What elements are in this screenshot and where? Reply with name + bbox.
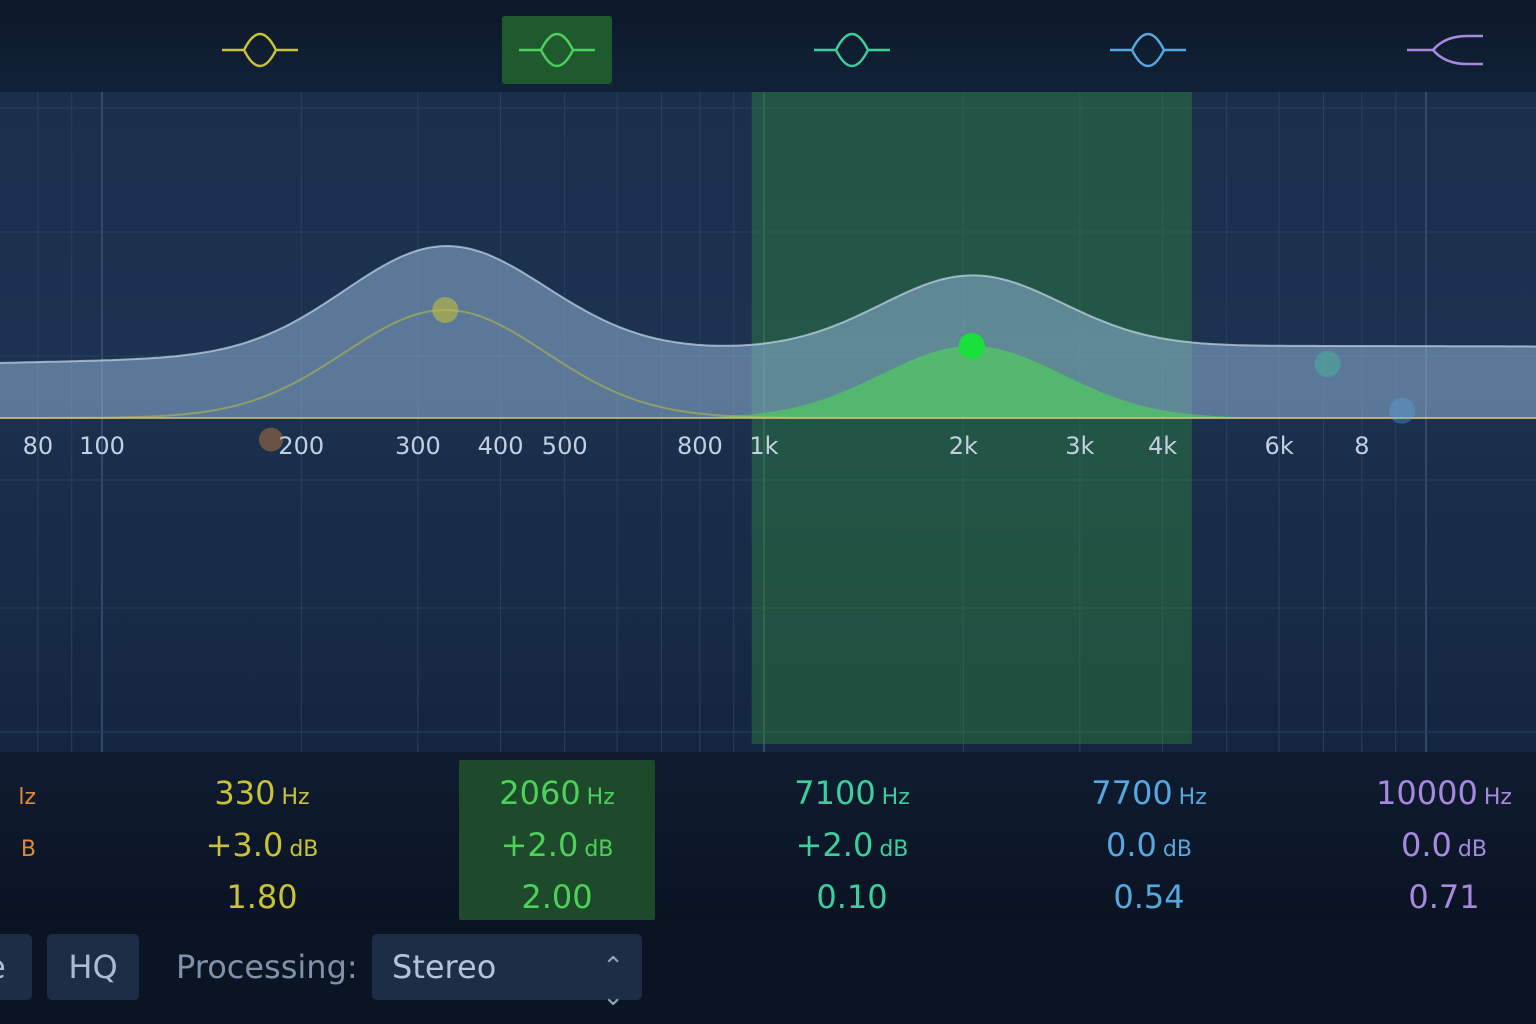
band-3-q-field[interactable]: 2.00 bbox=[459, 878, 655, 916]
band-5-freq-unit: Hz bbox=[1178, 785, 1207, 810]
band-5-q-field[interactable]: 0.54 bbox=[1051, 878, 1247, 916]
band-1-freq[interactable]: lz bbox=[0, 774, 36, 812]
peak-filter-icon bbox=[519, 32, 595, 68]
freq-tick-label: 300 bbox=[395, 432, 441, 460]
hq-button-label: HQ bbox=[68, 948, 118, 986]
partial-button[interactable]: e bbox=[0, 934, 32, 1000]
band-6-column: 10000 Hz 0.0 dB 0.71 bbox=[1346, 760, 1536, 920]
processing-label: Processing: bbox=[176, 948, 358, 986]
band-4-column: 7100 Hz +2.0 dB 0.10 bbox=[754, 760, 950, 920]
band-2-column: 330 Hz +3.0 dB 1.80 bbox=[164, 760, 360, 920]
freq-tick-label: 500 bbox=[542, 432, 588, 460]
band-6-toggle-button[interactable] bbox=[1390, 16, 1500, 84]
band-6-freq-value: 10000 bbox=[1376, 774, 1478, 812]
band-1-freq-unit-partial: lz bbox=[18, 785, 36, 810]
freq-tick-label: 200 bbox=[278, 432, 324, 460]
processing-select[interactable]: Stereo ⌃ ⌄ bbox=[372, 934, 642, 1012]
freq-tick-label: 4k bbox=[1148, 432, 1177, 460]
band-4-q-value: 0.10 bbox=[816, 878, 888, 916]
band-3-q-value: 2.00 bbox=[521, 878, 593, 916]
freq-tick-label: 800 bbox=[677, 432, 723, 460]
band-4-freq-unit: Hz bbox=[881, 785, 910, 810]
band-2-q-field[interactable]: 1.80 bbox=[164, 878, 360, 916]
band-3-handle[interactable] bbox=[958, 333, 985, 359]
band-6-gain-unit: dB bbox=[1457, 837, 1487, 862]
eq-graph[interactable]: 80 100 200 300 400 500 800 1k 2k 3k 4k 6k 8 bbox=[0, 92, 1536, 752]
freq-tick-label: 6k bbox=[1265, 432, 1294, 460]
band-3-freq-value: 2060 bbox=[499, 774, 581, 812]
peak-filter-icon bbox=[814, 32, 890, 68]
band-6-q-value: 0.71 bbox=[1408, 878, 1480, 916]
band-2-handle[interactable] bbox=[432, 297, 459, 323]
freq-tick-label: 400 bbox=[478, 432, 524, 460]
band-5-gain-unit: dB bbox=[1162, 837, 1192, 862]
band-1-gain[interactable]: B bbox=[0, 826, 36, 864]
band-3-gain-field[interactable]: +2.0 dB bbox=[459, 826, 655, 864]
processing-value: Stereo bbox=[392, 948, 497, 986]
partial-button-label: e bbox=[0, 948, 6, 986]
band-5-freq-field[interactable]: 7700 Hz bbox=[1051, 774, 1247, 812]
band-4-q-field[interactable]: 0.10 bbox=[754, 878, 950, 916]
band-3-freq-field[interactable]: 2060 Hz bbox=[459, 774, 655, 812]
band-1-column: lz B bbox=[0, 760, 36, 920]
band-2-toggle-button[interactable] bbox=[205, 16, 315, 84]
band-3-column: 2060 Hz +2.0 dB 2.00 bbox=[459, 760, 655, 920]
high-shelf-icon bbox=[1407, 34, 1483, 66]
band-selector-bar bbox=[0, 0, 1536, 92]
up-down-chevron-icon: ⌃ ⌄ bbox=[602, 952, 624, 1012]
peak-filter-icon bbox=[222, 32, 298, 68]
band-4-gain-field[interactable]: +2.0 dB bbox=[754, 826, 950, 864]
band-1-gain-unit-partial: B bbox=[20, 837, 36, 862]
band-5-column: 7700 Hz 0.0 dB 0.54 bbox=[1051, 760, 1247, 920]
band-6-q-field[interactable]: 0.71 bbox=[1346, 878, 1536, 916]
band-4-toggle-button[interactable] bbox=[797, 16, 907, 84]
freq-tick-label: 100 bbox=[79, 432, 125, 460]
band-1-handle[interactable] bbox=[258, 427, 283, 452]
band-6-gain-field[interactable]: 0.0 dB bbox=[1346, 826, 1536, 864]
band-5-toggle-button[interactable] bbox=[1093, 16, 1203, 84]
freq-tick-label: 2k bbox=[949, 432, 978, 460]
bottom-toolbar: e HQ Processing: Stereo ⌃⌄ bbox=[0, 922, 1536, 1024]
band-5-handle[interactable] bbox=[1389, 397, 1416, 424]
freq-tick-label: 8 bbox=[1354, 432, 1369, 460]
band-4-freq-value: 7100 bbox=[794, 774, 876, 812]
band-4-gain-unit: dB bbox=[879, 837, 909, 862]
band-2-freq-value: 330 bbox=[214, 774, 276, 812]
freq-tick-label: 80 bbox=[23, 432, 54, 460]
freq-tick-label: 1k bbox=[749, 432, 778, 460]
band-5-gain-field[interactable]: 0.0 dB bbox=[1051, 826, 1247, 864]
band-3-freq-unit: Hz bbox=[586, 785, 615, 810]
band-4-freq-field[interactable]: 7100 Hz bbox=[754, 774, 950, 812]
eq-graph-canvas[interactable]: 80 100 200 300 400 500 800 1k 2k 3k 4k 6k 8 bbox=[0, 92, 1536, 752]
band-4-gain-value: +2.0 bbox=[795, 826, 874, 864]
band-parameters: lz B 330 Hz +3.0 dB 1.80 2060 Hz +2.0 dB 2.00 7100… bbox=[0, 752, 1536, 922]
band-4-handle[interactable] bbox=[1314, 351, 1341, 377]
band-6-gain-value: 0.0 bbox=[1401, 826, 1452, 864]
band-2-gain-value: +3.0 bbox=[205, 826, 284, 864]
hq-button[interactable]: HQ bbox=[47, 934, 139, 1000]
band-6-freq-field[interactable]: 10000 Hz bbox=[1346, 774, 1536, 812]
band-3-gain-value: +2.0 bbox=[500, 826, 579, 864]
band-2-q-value: 1.80 bbox=[226, 878, 298, 916]
band-3-toggle-button[interactable] bbox=[502, 16, 612, 84]
peak-filter-icon bbox=[1110, 32, 1186, 68]
band-5-freq-value: 7700 bbox=[1091, 774, 1173, 812]
band-2-gain-unit: dB bbox=[289, 837, 319, 862]
band-5-q-value: 0.54 bbox=[1113, 878, 1185, 916]
band-2-gain-field[interactable]: +3.0 dB bbox=[164, 826, 360, 864]
band-6-freq-unit: Hz bbox=[1483, 785, 1512, 810]
band-5-gain-value: 0.0 bbox=[1106, 826, 1157, 864]
band-3-gain-unit: dB bbox=[584, 837, 614, 862]
band-2-freq-field[interactable]: 330 Hz bbox=[164, 774, 360, 812]
freq-tick-label: 3k bbox=[1065, 432, 1094, 460]
band-2-freq-unit: Hz bbox=[281, 785, 310, 810]
